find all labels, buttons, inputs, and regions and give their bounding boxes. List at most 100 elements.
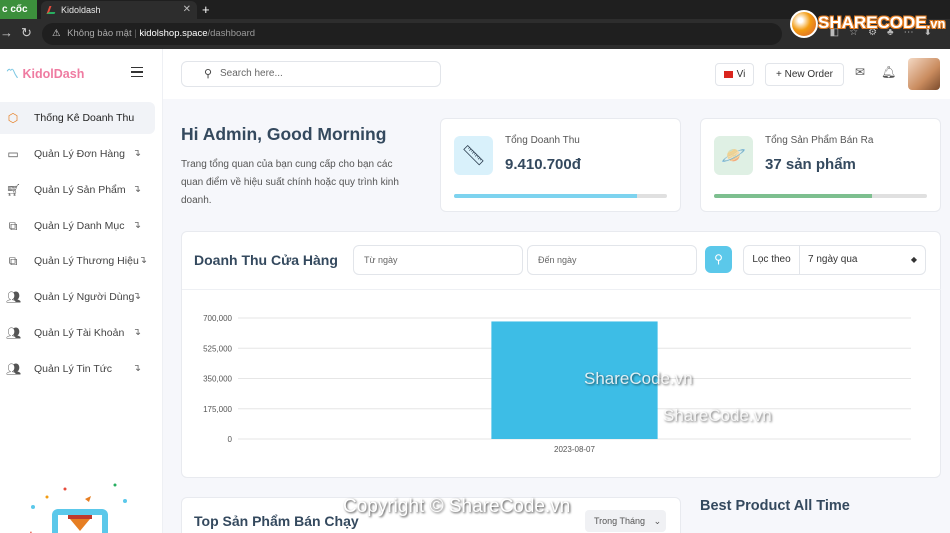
to-date-placeholder: Đến ngày xyxy=(538,255,577,265)
sidebar: 〽 KidolDash ⬡ Thống Kê Doanh Thu ▭ Quản L… xyxy=(0,49,163,533)
brand-logo[interactable]: 〽 KidolDash xyxy=(6,63,84,82)
users-icon: 👥︎ xyxy=(6,326,22,340)
select-caret-icon: ◆ xyxy=(910,255,917,264)
security-label: Không bảo mật xyxy=(67,28,132,39)
sidebar-item-users[interactable]: 👥︎ Quản Lý Người Dùng ↴ xyxy=(0,281,155,313)
watermark-text-2: ShareCode.vn xyxy=(663,406,772,425)
sidebar-item-brands[interactable]: ⧉ Quản Lý Thương Hiệu ↴ xyxy=(0,245,155,277)
sidebar-item-orders[interactable]: ▭ Quản Lý Đơn Hàng ↴ xyxy=(0,138,155,170)
greeting-text: Trang tổng quan của bạn cung cấp cho bạn… xyxy=(181,159,399,206)
sidebar-item-label: Quản Lý Người Dùng xyxy=(34,291,135,303)
url-field[interactable]: ⚠ Không bảo mật | kidolshop.space/dashbo… xyxy=(42,23,782,45)
forward-icon[interactable]: → xyxy=(0,25,13,40)
submenu-arrow-icon: ↴ xyxy=(132,291,141,302)
url-path: /dashboard xyxy=(207,28,256,39)
sharecode-ball-icon xyxy=(790,10,818,38)
sidebar-item-label: Quản Lý Sản Phẩm xyxy=(34,184,126,196)
card-icon: ▭ xyxy=(7,147,19,161)
sidebar-item-label: Quản Lý Tin Tức xyxy=(34,363,113,375)
tab-title: Kidoldash xyxy=(61,5,101,15)
plus-icon: + xyxy=(776,69,785,80)
stat-progress-fill xyxy=(454,194,638,198)
filter-select-value: 7 ngày qua xyxy=(808,254,858,265)
avatar[interactable] xyxy=(908,58,940,90)
new-tab-button[interactable]: + xyxy=(202,0,210,19)
period-dropdown[interactable]: Trong Tháng ⌄ xyxy=(585,510,666,532)
sidebar-item-products[interactable]: 🛒︎ Quản Lý Sản Phẩm ↴ xyxy=(0,174,155,206)
mail-icon[interactable]: ✉ xyxy=(855,65,865,79)
box-icon: ⬡ xyxy=(7,111,19,125)
filter-select-group[interactable]: Lọc theo 7 ngày qua ◆ xyxy=(743,245,926,275)
best-product-title: Best Product All Time xyxy=(700,498,850,514)
sidebar-item-news[interactable]: 👥︎ Quản Lý Tin Tức ↴ xyxy=(0,353,155,385)
stat-progress-fill xyxy=(714,194,872,198)
stat-label: Tổng Doanh Thu xyxy=(505,135,580,146)
revenue-chart: 0 175,000 350,000 525,000 700,000 2023-08-07 xyxy=(203,314,911,454)
browser-tab[interactable]: Kidoldash ✕ xyxy=(41,1,197,19)
sidebar-item-categories[interactable]: ⧉ Quản Lý Danh Mục ↴ xyxy=(0,210,155,242)
revenue-panel: Doanh Thu Cửa Hàng Từ ngày Đến ngày ⚲ Lọ… xyxy=(181,231,941,478)
copyright-watermark: Copyright © ShareCode.vn xyxy=(343,496,571,517)
sidebar-item-label: Quản Lý Thương Hiệu xyxy=(34,255,139,267)
y-tick-label: 175,000 xyxy=(203,405,232,414)
chevron-down-icon: ⌄ xyxy=(653,516,662,526)
ruler-icon: 📏︎ xyxy=(454,136,493,175)
period-label: Trong Tháng xyxy=(594,516,646,526)
users-icon: 👥︎ xyxy=(6,362,22,376)
submenu-arrow-icon: ↴ xyxy=(132,327,141,338)
new-order-label: New Order xyxy=(784,69,833,80)
revenue-title: Doanh Thu Cửa Hàng xyxy=(194,252,338,268)
tab-close-icon[interactable]: ✕ xyxy=(183,1,191,19)
search-input[interactable]: ⚲ Search here... xyxy=(181,61,441,87)
url-host: kidolshop.space xyxy=(139,28,208,39)
sharecode-logo: SHARECODE.vn xyxy=(790,9,945,39)
filter-search-button[interactable]: ⚲ xyxy=(705,246,732,273)
submenu-arrow-icon: ↴ xyxy=(132,363,141,374)
coccoc-button[interactable]: c cốc xyxy=(0,0,37,19)
hamburger-menu-icon[interactable] xyxy=(131,67,143,77)
submenu-arrow-icon: ↴ xyxy=(132,220,141,231)
language-button[interactable]: Vi xyxy=(715,63,754,86)
stat-label: Tổng Sản Phẩm Bán Ra xyxy=(765,135,874,146)
sidebar-item-accounts[interactable]: 👥︎ Quản Lý Tài Khoản ↴ xyxy=(0,317,155,349)
sidebar-item-label: Quản Lý Tài Khoản xyxy=(34,327,125,339)
language-label: Vi xyxy=(736,69,746,80)
greeting-title: Hi Admin, Good Morning xyxy=(181,124,387,144)
chart-line-icon: 〽 xyxy=(6,67,19,81)
stat-value: 37 sản phẩm xyxy=(765,156,856,173)
filter-label: Lọc theo xyxy=(744,246,800,274)
to-date-input[interactable]: Đến ngày xyxy=(527,245,697,275)
new-order-button[interactable]: + New Order xyxy=(765,63,844,86)
submenu-arrow-icon: ↴ xyxy=(138,255,147,266)
cart-icon: 🛒︎ xyxy=(6,183,22,197)
hourglass-illustration xyxy=(30,483,127,533)
stat-card-revenue: 📏︎ Tổng Doanh Thu 9.410.700đ xyxy=(440,118,681,212)
from-date-input[interactable]: Từ ngày xyxy=(353,245,523,275)
stat-progress-bar xyxy=(454,194,667,198)
tab-favicon-icon xyxy=(46,6,58,14)
vietnam-flag-icon xyxy=(723,70,733,78)
y-tick-label: 525,000 xyxy=(203,344,232,353)
watermark-text: ShareCode.vn xyxy=(584,369,693,388)
stat-progress-bar xyxy=(714,194,927,198)
users-icon: 👥︎ xyxy=(6,290,22,304)
stat-value: 9.410.700đ xyxy=(505,156,581,173)
stat-card-products-sold: 🪐 Tổng Sản Phẩm Bán Ra 37 sản phẩm xyxy=(700,118,941,212)
sharecode-logo-suffix: .vn xyxy=(926,16,946,31)
sidebar-item-label: Quản Lý Đơn Hàng xyxy=(34,148,125,160)
sidebar-item-label: Quản Lý Danh Mục xyxy=(34,220,125,232)
search-icon: ⚲ xyxy=(714,252,723,266)
sidebar-item-revenue-stats[interactable]: ⬡ Thống Kê Doanh Thu xyxy=(0,102,155,134)
planet-icon: 🪐 xyxy=(714,136,753,175)
submenu-arrow-icon: ↴ xyxy=(132,148,141,159)
reload-icon[interactable]: ↻ xyxy=(21,25,32,41)
y-tick-label: 700,000 xyxy=(203,314,232,323)
from-date-placeholder: Từ ngày xyxy=(364,255,398,265)
top-header: ⚲ Search here... Vi + New Order ✉ 🔔︎ xyxy=(163,49,950,99)
x-tick-label: 2023-08-07 xyxy=(554,445,595,454)
warning-icon: ⚠ xyxy=(52,28,61,39)
search-placeholder: Search here... xyxy=(220,68,283,79)
sharecode-logo-text: SHARECODE xyxy=(818,13,927,32)
bell-icon[interactable]: 🔔︎ xyxy=(881,65,896,79)
y-tick-label: 0 xyxy=(228,435,233,444)
